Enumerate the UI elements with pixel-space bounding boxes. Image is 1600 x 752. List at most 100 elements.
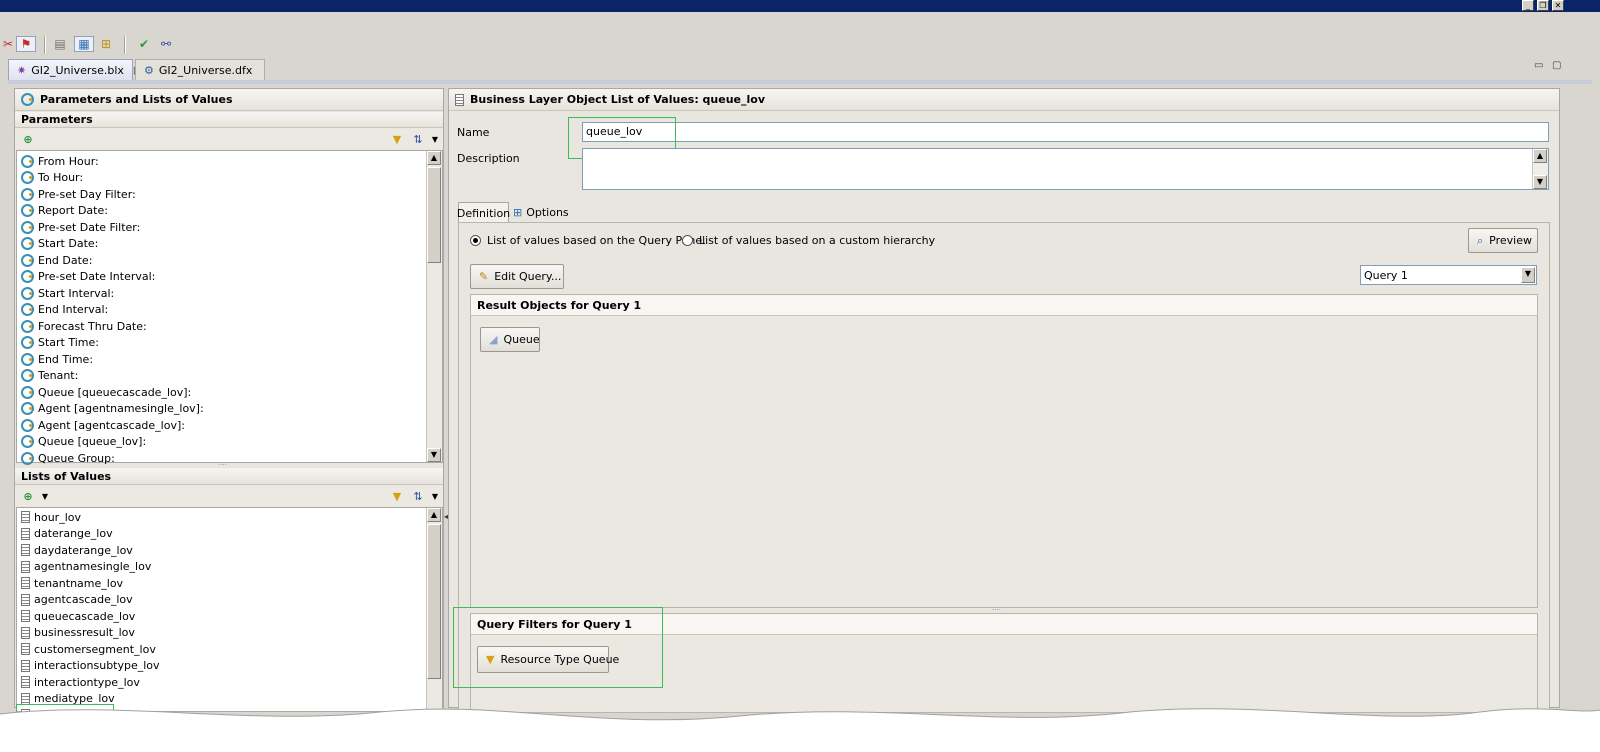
dropdown-arrow-icon[interactable]: ▼ (1521, 267, 1535, 283)
radio-custom-hierarchy[interactable]: List of values based on a custom hierarc… (682, 234, 935, 247)
toolbar-database-icon[interactable]: ▤ (52, 36, 68, 52)
lov-item[interactable]: interactiontype_lov (17, 674, 425, 691)
sort-icon[interactable]: ⇅ (410, 488, 426, 504)
close-icon[interactable]: ✕ (1552, 0, 1564, 11)
parameter-icon (21, 154, 34, 168)
parameter-icon (21, 451, 34, 465)
parameter-label: To Hour: (38, 171, 84, 185)
parameter-item[interactable]: Start Interval: (17, 285, 425, 302)
minimize-icon[interactable]: _ (1522, 0, 1534, 11)
description-scrollbar[interactable]: ▲ ▼ (1532, 149, 1548, 189)
chevron-down-icon[interactable]: ▼ (430, 133, 440, 145)
radio-query-panel-button[interactable] (470, 235, 481, 246)
scroll-up-icon[interactable]: ▲ (427, 151, 441, 165)
parameter-item[interactable]: Report Date: (17, 203, 425, 220)
list-of-values-icon (21, 643, 30, 656)
lov-item[interactable]: queuecascade_lov (17, 608, 425, 625)
result-object-label: Queue (503, 333, 540, 346)
list-of-values-icon (21, 527, 30, 540)
add-lov-dropdown-icon[interactable]: ▼ (40, 490, 50, 502)
filter-icon[interactable]: ▼ (390, 488, 404, 504)
parameter-item[interactable]: End Interval: (17, 302, 425, 319)
maximize-view-icon[interactable]: ▢ (1552, 60, 1561, 71)
lov-item[interactable]: hour_lov (17, 509, 425, 526)
parameter-item[interactable]: End Date: (17, 252, 425, 269)
tab-options[interactable]: ⊞ Options (513, 202, 575, 223)
scroll-down-icon[interactable]: ▼ (1533, 175, 1547, 189)
parameter-icon (21, 171, 34, 185)
dimension-icon: ◢ (489, 333, 498, 346)
scroll-down-icon[interactable]: ▼ (427, 448, 441, 462)
chevron-down-icon[interactable]: ▼ (430, 490, 440, 502)
parameter-icon (21, 319, 34, 333)
lov-item[interactable]: daterange_lov (17, 526, 425, 543)
parameters-toolbar (15, 129, 443, 149)
edit-query-button[interactable]: ✎ Edit Query... (470, 264, 564, 289)
editor-tab-blx[interactable]: ✷ GI2_Universe.blx ⊠ (8, 59, 142, 80)
list-of-values-icon (21, 577, 30, 590)
parameter-item[interactable]: Pre-set Date Interval: (17, 269, 425, 286)
parameter-item[interactable]: From Hour: (17, 153, 425, 170)
parameters-scrollbar[interactable]: ▲ ▼ (426, 151, 442, 462)
toolbar-table-icon[interactable]: ▦ (74, 36, 94, 52)
list-of-values-icon (455, 93, 464, 106)
lov-item[interactable]: customersegment_lov (17, 641, 425, 658)
description-field[interactable] (582, 148, 1549, 190)
toolbar-layout-icon[interactable]: ⊞ (98, 36, 114, 52)
scroll-up-icon[interactable]: ▲ (427, 508, 441, 522)
splitter-handle[interactable]: ···· (992, 607, 1016, 614)
radio-query-panel[interactable]: List of values based on the Query Panel (470, 234, 705, 247)
lov-item[interactable]: interactionsubtype_lov (17, 658, 425, 675)
parameter-item[interactable]: Queue [queue_lov]: (17, 434, 425, 451)
parameter-icon (21, 220, 34, 234)
restore-icon[interactable]: ❐ (1537, 0, 1549, 11)
toolbar-cut-icon[interactable]: ✂ (0, 36, 16, 52)
lov-item[interactable]: businessresult_lov (17, 625, 425, 642)
parameter-item[interactable]: To Hour: (17, 170, 425, 187)
radio-custom-hierarchy-label: List of values based on a custom hierarc… (699, 234, 936, 247)
lov-label: interactiontype_lov (34, 675, 140, 689)
tab-definition[interactable]: Definition (457, 202, 510, 223)
toolbar-toggle-icon[interactable]: ⚑ (16, 36, 36, 52)
toolbar-check-icon[interactable]: ✔ (136, 36, 152, 52)
splitter-handle[interactable]: ···· (218, 462, 242, 469)
lov-item[interactable]: tenantname_lov (17, 575, 425, 592)
parameter-item[interactable]: Pre-set Date Filter: (17, 219, 425, 236)
lov-scrollbar[interactable]: ▲ (426, 508, 442, 711)
lov-item[interactable]: daydaterange_lov (17, 542, 425, 559)
parameter-item[interactable]: Start Date: (17, 236, 425, 253)
parameter-item[interactable]: End Time: (17, 351, 425, 368)
name-field[interactable]: queue_lov (582, 122, 1549, 142)
parameter-item[interactable]: Forecast Thru Date: (17, 318, 425, 335)
lov-item[interactable]: agentnamesingle_lov (17, 559, 425, 576)
result-object-chip[interactable]: ◢ Queue (480, 327, 540, 352)
scroll-thumb[interactable] (427, 524, 441, 679)
toolbar-binoculars-icon[interactable]: ⚯ (158, 36, 174, 52)
parameter-icon (21, 237, 34, 251)
lov-item[interactable]: agentcascade_lov (17, 592, 425, 609)
parameter-item[interactable]: Agent [agentcascade_lov]: (17, 417, 425, 434)
preview-button[interactable]: ⌕ Preview (1468, 228, 1538, 253)
add-parameter-icon[interactable]: ⊕ (20, 131, 36, 147)
parameter-icon (21, 435, 34, 449)
query-select[interactable]: Query 1 (1360, 265, 1537, 285)
parameter-label: Agent [agentnamesingle_lov]: (38, 402, 204, 416)
parameter-item[interactable]: Pre-set Day Filter: (17, 186, 425, 203)
minimize-view-icon[interactable]: ▭ (1534, 60, 1543, 71)
radio-custom-hierarchy-button[interactable] (682, 235, 693, 246)
add-lov-icon[interactable]: ⊕ (20, 488, 36, 504)
scroll-thumb[interactable] (427, 167, 441, 263)
parameter-item[interactable]: Agent [agentnamesingle_lov]: (17, 401, 425, 418)
parameter-item[interactable]: Queue [queuecascade_lov]: (17, 384, 425, 401)
lov-label: daydaterange_lov (34, 543, 133, 557)
sort-icon[interactable]: ⇅ (410, 131, 426, 147)
scroll-up-icon[interactable]: ▲ (1533, 149, 1547, 163)
result-objects-panel (470, 294, 1538, 608)
right-pane-header: Business Layer Object List of Values: qu… (449, 89, 1559, 111)
lov-list: hour_lov daterange_lov daydaterange_lovage… (16, 507, 443, 722)
parameter-item[interactable]: Start Time: (17, 335, 425, 352)
filter-icon[interactable]: ▼ (390, 131, 404, 147)
lov-label: queuecascade_lov (34, 609, 136, 623)
parameter-item[interactable]: Tenant: (17, 368, 425, 385)
editor-tab-dfx[interactable]: ⚙ GI2_Universe.dfx (135, 59, 265, 80)
